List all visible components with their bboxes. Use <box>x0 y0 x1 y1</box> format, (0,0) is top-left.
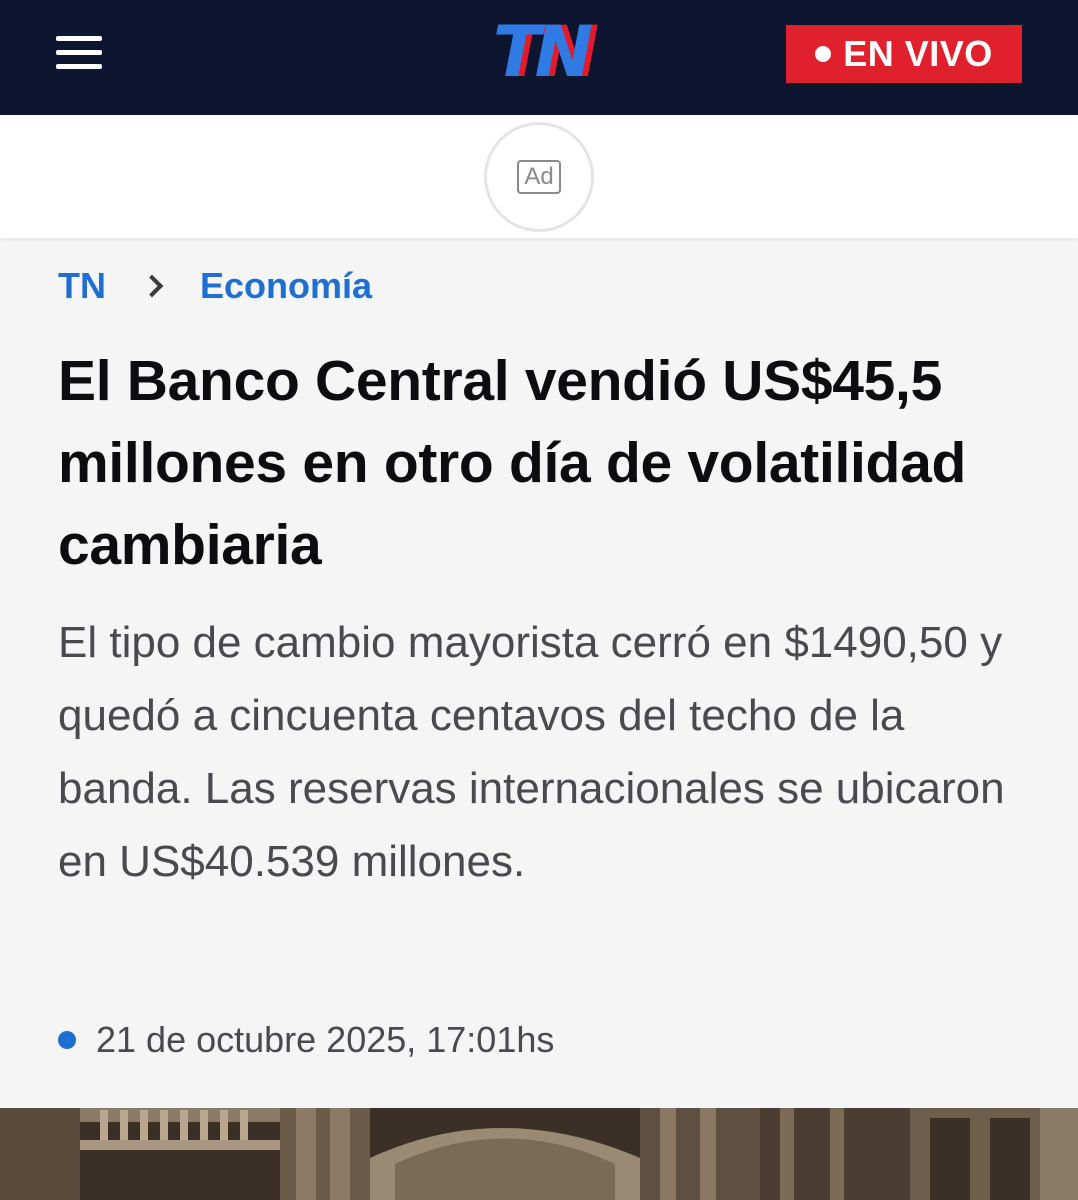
logo-text: TN <box>492 11 593 93</box>
breadcrumb-section-link[interactable]: Economía <box>200 265 372 307</box>
breadcrumb-home-link[interactable]: TN <box>58 265 106 307</box>
building-photo-image <box>0 1108 1078 1200</box>
article-date: 21 de octubre 2025, 17:01hs <box>58 1016 554 1064</box>
tn-logo[interactable]: TN <box>476 16 604 88</box>
breadcrumb: TN Economía <box>58 262 372 310</box>
ad-placeholder[interactable]: Ad <box>484 122 594 232</box>
live-dot-icon <box>815 46 832 62</box>
article-photo[interactable] <box>0 1108 1078 1200</box>
date-text: 21 de octubre 2025, 17:01hs <box>96 1019 555 1060</box>
live-button-label: EN VIVO <box>843 33 993 74</box>
chevron-right-icon <box>140 274 164 298</box>
article-headline: El Banco Central vendió US$45,5 millones… <box>58 349 966 577</box>
live-button[interactable]: EN VIVO <box>786 25 1022 83</box>
date-dot-icon <box>58 1031 76 1049</box>
ad-label: Ad <box>517 160 561 194</box>
top-navigation-bar: TN EN VIVO <box>0 0 1078 115</box>
ad-banner: Ad <box>0 115 1078 238</box>
hamburger-menu-icon[interactable] <box>56 36 102 70</box>
article-summary: El tipo de cambio mayorista cerró en $14… <box>58 618 1005 886</box>
